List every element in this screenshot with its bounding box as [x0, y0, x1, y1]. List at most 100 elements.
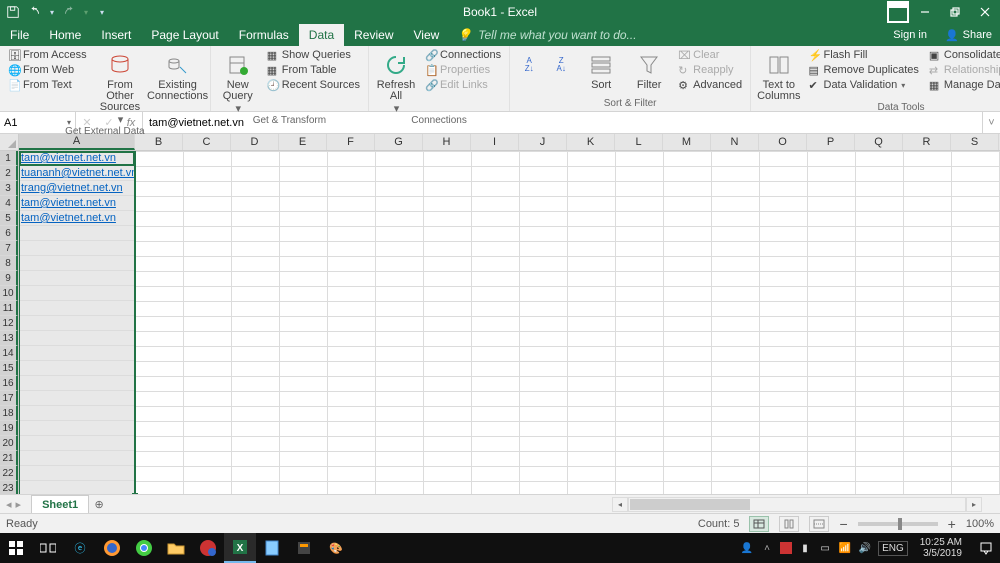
tray-network-icon[interactable]: ▮	[798, 541, 812, 555]
zoom-level[interactable]: 100%	[966, 518, 994, 530]
cell-A3[interactable]: trang@vietnet.net.vn	[19, 181, 134, 196]
cell-A5[interactable]: tam@vietnet.net.vn	[19, 211, 134, 226]
task-view-button[interactable]	[32, 533, 64, 563]
taskbar-sublime-icon[interactable]	[288, 533, 320, 563]
row-header-17[interactable]: 17	[0, 391, 18, 406]
zoom-slider[interactable]	[858, 522, 938, 526]
row-header-9[interactable]: 9	[0, 271, 18, 286]
column-header-G[interactable]: G	[375, 134, 423, 150]
filter-button[interactable]: Filter	[628, 48, 670, 91]
new-sheet-button[interactable]: ⊕	[89, 495, 109, 513]
row-header-4[interactable]: 4	[0, 196, 18, 211]
save-icon[interactable]	[6, 5, 20, 19]
row-header-16[interactable]: 16	[0, 376, 18, 391]
advanced-button[interactable]: ⚙Advanced	[676, 78, 744, 92]
tell-me-search[interactable]: 💡 Tell me what you want to do...	[449, 24, 644, 46]
zoom-in-button[interactable]: +	[948, 516, 956, 532]
column-header-Q[interactable]: Q	[855, 134, 903, 150]
row-header-10[interactable]: 10	[0, 286, 18, 301]
ribbon-display-options-icon[interactable]	[886, 0, 910, 24]
maximize-button[interactable]	[940, 0, 970, 24]
select-all-corner[interactable]	[0, 134, 19, 151]
column-header-D[interactable]: D	[231, 134, 279, 150]
cell-A9[interactable]	[19, 271, 134, 286]
cell-area[interactable]: tam@vietnet.net.vntuananh@vietnet.net.vn…	[19, 151, 1000, 494]
tab-formulas[interactable]: Formulas	[229, 24, 299, 46]
from-access-button[interactable]: 🗄From Access	[6, 48, 89, 62]
taskbar-firefox-icon[interactable]	[96, 533, 128, 563]
taskbar-excel-icon[interactable]: X	[224, 533, 256, 563]
tray-people-icon[interactable]: 👤	[740, 541, 754, 555]
from-text-button[interactable]: 📄From Text	[6, 78, 89, 92]
view-page-layout-button[interactable]	[779, 516, 799, 532]
column-header-I[interactable]: I	[471, 134, 519, 150]
cell-A19[interactable]	[19, 421, 134, 436]
horizontal-scrollbar[interactable]: ◂ ▸	[612, 496, 982, 513]
row-header-3[interactable]: 3	[0, 181, 18, 196]
minimize-button[interactable]	[910, 0, 940, 24]
hscroll-right-icon[interactable]: ▸	[966, 497, 982, 512]
expand-formula-bar-icon[interactable]: ˅	[982, 112, 1000, 133]
cell-A4[interactable]: tam@vietnet.net.vn	[19, 196, 134, 211]
text-to-columns-button[interactable]: Text to Columns	[757, 48, 800, 102]
column-header-J[interactable]: J	[519, 134, 567, 150]
tray-notifications-icon[interactable]	[974, 533, 998, 563]
tab-insert[interactable]: Insert	[91, 24, 141, 46]
row-header-15[interactable]: 15	[0, 361, 18, 376]
column-header-P[interactable]: P	[807, 134, 855, 150]
taskbar-paint-icon[interactable]: 🎨	[320, 533, 352, 563]
cell-A11[interactable]	[19, 301, 134, 316]
tray-language[interactable]: ENG	[878, 541, 908, 556]
cell-A18[interactable]	[19, 406, 134, 421]
sort-az-button[interactable]: AZ↓	[516, 48, 542, 78]
sheet-nav-next-icon[interactable]: ▸	[16, 498, 22, 511]
sort-button[interactable]: Sort	[580, 48, 622, 91]
cell-A1[interactable]: tam@vietnet.net.vn	[19, 151, 134, 166]
row-header-11[interactable]: 11	[0, 301, 18, 316]
qat-customize-icon[interactable]: ▾	[100, 8, 104, 17]
taskbar-edge-icon[interactable]: ⓔ	[64, 533, 96, 563]
undo-icon[interactable]	[28, 5, 42, 19]
row-headers[interactable]: 1234567891011121314151617181920212223	[0, 151, 19, 494]
column-header-R[interactable]: R	[903, 134, 951, 150]
cell-A12[interactable]	[19, 316, 134, 331]
tab-home[interactable]: Home	[39, 24, 91, 46]
row-header-1[interactable]: 1	[0, 151, 18, 166]
cell-A8[interactable]	[19, 256, 134, 271]
show-queries-button[interactable]: ▦Show Queries	[265, 48, 362, 62]
tab-page-layout[interactable]: Page Layout	[141, 24, 228, 46]
cell-A22[interactable]	[19, 466, 134, 481]
tray-up-icon[interactable]: ˄	[760, 541, 774, 555]
tab-review[interactable]: Review	[344, 24, 403, 46]
row-header-22[interactable]: 22	[0, 466, 18, 481]
column-header-S[interactable]: S	[951, 134, 999, 150]
column-header-M[interactable]: M	[663, 134, 711, 150]
row-header-21[interactable]: 21	[0, 451, 18, 466]
reapply-button[interactable]: ↻Reapply	[676, 63, 744, 77]
row-header-14[interactable]: 14	[0, 346, 18, 361]
column-header-O[interactable]: O	[759, 134, 807, 150]
taskbar-app-icon[interactable]	[192, 533, 224, 563]
tab-view[interactable]: View	[404, 24, 450, 46]
view-normal-button[interactable]	[749, 516, 769, 532]
from-web-button[interactable]: 🌐From Web	[6, 63, 89, 77]
cell-A15[interactable]	[19, 361, 134, 376]
remove-duplicates-button[interactable]: ▤Remove Duplicates	[807, 63, 921, 77]
tray-volume-icon[interactable]: 🔊	[858, 541, 872, 555]
taskbar-notepad-icon[interactable]	[256, 533, 288, 563]
refresh-all-button[interactable]: Refresh All▾	[375, 48, 417, 115]
row-header-13[interactable]: 13	[0, 331, 18, 346]
new-query-button[interactable]: New Query▾	[217, 48, 259, 115]
row-header-19[interactable]: 19	[0, 421, 18, 436]
row-header-12[interactable]: 12	[0, 316, 18, 331]
column-header-N[interactable]: N	[711, 134, 759, 150]
existing-connections-button[interactable]: Existing Connections	[151, 48, 203, 102]
cell-A2[interactable]: tuananh@vietnet.net.vn	[19, 166, 134, 181]
tab-data[interactable]: Data	[299, 24, 344, 46]
properties-button[interactable]: 📋Properties	[423, 63, 503, 77]
hscroll-thumb[interactable]	[630, 499, 750, 510]
data-validation-button[interactable]: ✔Data Validation▾	[807, 78, 921, 92]
undo-dropdown-icon[interactable]: ▾	[50, 8, 54, 17]
tray-app-icon[interactable]	[780, 542, 792, 554]
cell-A16[interactable]	[19, 376, 134, 391]
